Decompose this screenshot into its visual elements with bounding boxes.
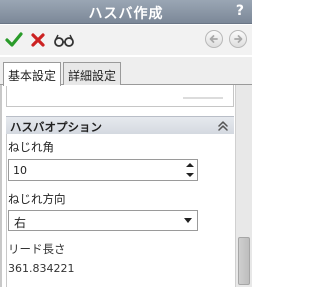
help-button[interactable]: ? [236, 3, 244, 19]
tab-detail-settings[interactable]: 詳細設定 [63, 62, 121, 85]
x-icon [31, 33, 45, 47]
caret-down-icon [186, 173, 194, 177]
lead-length-value: 361.834221 [8, 262, 75, 275]
twist-direction-value: 右 [14, 216, 27, 230]
ok-button[interactable] [3, 29, 25, 51]
preview-button[interactable] [53, 29, 75, 51]
twist-angle-value[interactable]: 10 [13, 164, 27, 177]
previous-section [6, 85, 234, 107]
arrow-right-icon [234, 35, 243, 43]
collapse-icon[interactable] [216, 119, 230, 133]
cancel-button[interactable] [27, 29, 49, 51]
divider [183, 97, 223, 99]
section-header[interactable]: ハスバオプション [6, 116, 234, 134]
back-button[interactable] [205, 30, 223, 48]
spin-buttons [183, 160, 197, 180]
scrollbar-thumb[interactable] [238, 237, 250, 285]
lead-length-label: リード長さ [8, 242, 66, 256]
twist-direction-select[interactable]: 右 [8, 210, 198, 231]
caret-up-icon [186, 163, 194, 167]
forward-button[interactable] [229, 30, 247, 48]
vertical-scrollbar[interactable] [235, 85, 252, 287]
title-bar: ハスバ作成 ? [0, 0, 252, 24]
glasses-icon [54, 34, 74, 47]
twist-direction-label: ねじれ方向 [8, 192, 66, 206]
spin-up-button[interactable] [183, 160, 197, 170]
check-icon [5, 32, 23, 47]
tab-bar: 基本設定 詳細設定 [0, 57, 252, 86]
section-title: ハスバオプション [10, 120, 102, 134]
arrow-left-icon [209, 35, 218, 43]
window-title: ハスバ作成 [88, 6, 164, 22]
tab-basic-settings[interactable]: 基本設定 [3, 62, 61, 86]
spin-down-button[interactable] [183, 170, 197, 180]
twist-angle-label: ねじれ角 [8, 140, 54, 154]
twist-angle-spinbox[interactable]: 10 [8, 159, 198, 181]
chevron-down-icon [184, 218, 192, 223]
toolbar [0, 25, 252, 55]
